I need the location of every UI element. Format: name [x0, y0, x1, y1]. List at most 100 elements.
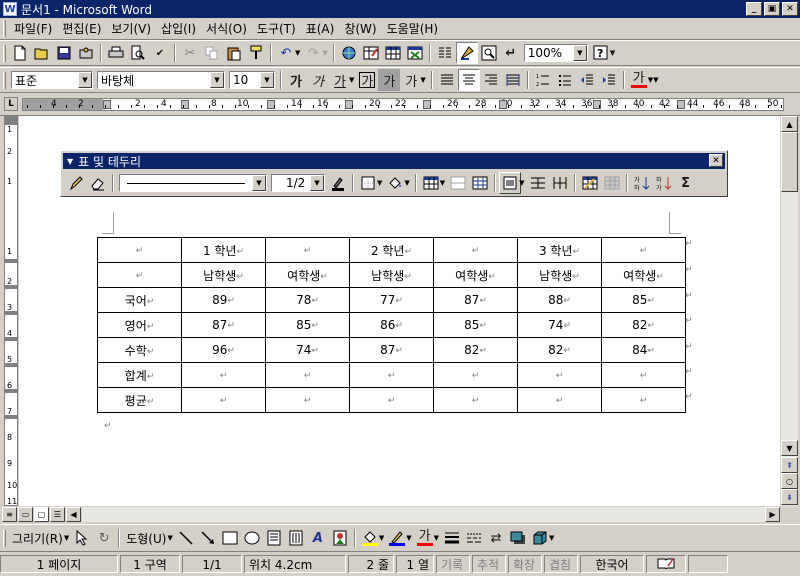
menu-table[interactable]: 표(A)	[301, 20, 340, 38]
tables-borders-titlebar[interactable]: ▼ 표 및 테두리 ✕	[63, 153, 725, 169]
document-map-icon[interactable]	[478, 42, 500, 64]
table-cell[interactable]: 85↵	[601, 287, 686, 313]
draw-table-pencil-icon[interactable]	[65, 172, 87, 194]
clipart-icon[interactable]	[329, 527, 351, 549]
table-cell[interactable]: 82↵	[433, 337, 518, 363]
table-cell[interactable]: ↵	[97, 262, 182, 288]
insert-excel-icon[interactable]	[404, 42, 426, 64]
toolbar-grip[interactable]	[3, 44, 6, 62]
chevron-down-icon[interactable]: ▼	[434, 534, 439, 542]
horizontal-scroll-track[interactable]	[82, 507, 765, 522]
columns-icon[interactable]	[434, 42, 456, 64]
table-cell[interactable]: 2 학년↵	[349, 237, 434, 263]
format-painter-icon[interactable]	[245, 42, 267, 64]
char-border-button[interactable]: 가	[356, 69, 378, 91]
table-cell[interactable]: ↵	[349, 387, 434, 413]
scroll-thumb[interactable]	[781, 132, 798, 192]
menu-format[interactable]: 서식(O)	[201, 20, 252, 38]
scroll-left-arrow-icon[interactable]: ◀	[66, 507, 81, 522]
distribute-icon[interactable]	[502, 69, 524, 91]
table-cell[interactable]: ↵	[97, 237, 182, 263]
next-page-icon[interactable]: ⇟	[781, 489, 798, 505]
table-cell[interactable]: 1 학년↵	[181, 237, 266, 263]
menu-edit[interactable]: 편집(E)	[57, 20, 106, 38]
tab-selector[interactable]: L	[4, 97, 18, 111]
bold-button[interactable]: 가	[285, 69, 307, 91]
menu-file[interactable]: 파일(F)	[9, 20, 57, 38]
align-right-icon[interactable]	[480, 69, 502, 91]
table-cell[interactable]: 85↵	[433, 312, 518, 338]
chevron-down-icon[interactable]: ▼	[78, 72, 92, 88]
decrease-indent-icon[interactable]	[576, 69, 598, 91]
new-document-icon[interactable]	[9, 42, 31, 64]
table-cell[interactable]: 77↵	[349, 287, 434, 313]
chevron-down-icon[interactable]: ▼	[252, 175, 266, 191]
save-icon[interactable]	[53, 42, 75, 64]
status-rec[interactable]: 기록	[436, 555, 470, 573]
increase-indent-icon[interactable]	[598, 69, 620, 91]
outside-border-icon[interactable]	[357, 172, 379, 194]
oval-tool-icon[interactable]	[241, 527, 263, 549]
close-icon[interactable]: ✕	[709, 154, 723, 167]
table-cell[interactable]: ↵	[601, 237, 686, 263]
vruler-row-marker[interactable]	[5, 311, 17, 315]
rectangle-tool-icon[interactable]	[219, 527, 241, 549]
word-app-icon[interactable]: W	[3, 2, 17, 16]
insert-table-icon[interactable]	[382, 42, 404, 64]
distribute-rows-icon[interactable]	[527, 172, 549, 194]
menu-grip[interactable]	[3, 20, 6, 37]
table-cell[interactable]: 여학생↵	[601, 262, 686, 288]
wordart-icon[interactable]: A	[307, 527, 329, 549]
table-cell[interactable]: ↵	[433, 362, 518, 388]
arrow-style-icon[interactable]: ⇄	[485, 527, 507, 549]
web-layout-view-icon[interactable]: ▭	[18, 507, 33, 522]
free-rotate-icon[interactable]: ↻	[93, 527, 115, 549]
line-tool-icon[interactable]	[175, 527, 197, 549]
sort-descending-icon[interactable]: 하가	[653, 172, 675, 194]
vruler-row-marker[interactable]	[5, 259, 17, 263]
merge-cells-icon[interactable]	[447, 172, 469, 194]
shading-color-icon[interactable]	[384, 172, 406, 194]
chevron-down-icon[interactable]: ▼	[167, 534, 172, 542]
toolbar-options-chevron-icon[interactable]: ▼	[653, 76, 658, 84]
chevron-down-icon[interactable]: ▼	[349, 76, 354, 84]
chevron-down-icon[interactable]: ▼	[322, 49, 327, 57]
chevron-down-icon[interactable]: ▼	[310, 175, 324, 191]
zoom-select[interactable]: 100% ▼	[523, 44, 588, 62]
close-button[interactable]: ✕	[782, 2, 798, 16]
toolbar-options-chevron-icon[interactable]: ▼	[549, 534, 554, 542]
toolbar-menu-chevron-icon[interactable]: ▼	[67, 157, 73, 166]
align-justify-icon[interactable]	[436, 69, 458, 91]
ruler-column-marker[interactable]	[499, 100, 507, 109]
table-cell[interactable]: 국어↵	[97, 287, 182, 313]
sort-ascending-icon[interactable]: 가하	[631, 172, 653, 194]
dash-style-icon[interactable]	[463, 527, 485, 549]
chevron-down-icon[interactable]: ▼	[519, 179, 524, 187]
chevron-down-icon[interactable]: ▼	[295, 49, 300, 57]
vertical-ruler[interactable]: 1 2 1 1 2 3 4 5 6 7 8 9 10 11	[4, 116, 18, 506]
outline-view-icon[interactable]: ☰	[50, 507, 65, 522]
toolbar-grip[interactable]	[3, 71, 6, 89]
tables-borders-icon[interactable]	[360, 42, 382, 64]
vruler-row-marker[interactable]	[5, 415, 17, 419]
table-cell[interactable]: 87↵	[349, 337, 434, 363]
select-objects-icon[interactable]	[71, 527, 93, 549]
print-icon[interactable]	[105, 42, 127, 64]
chevron-down-icon[interactable]: ▼	[440, 179, 445, 187]
table-cell[interactable]: ↵	[433, 237, 518, 263]
status-ovr[interactable]: 겹침	[544, 555, 578, 573]
spelling-icon[interactable]: ✔	[149, 42, 171, 64]
char-shading-button[interactable]: 가	[378, 69, 401, 91]
chevron-down-icon[interactable]: ▼	[404, 179, 409, 187]
table-cell[interactable]: 74↵	[517, 312, 602, 338]
table-cell[interactable]: 여학생↵	[265, 262, 350, 288]
minimize-button[interactable]: _	[746, 2, 762, 16]
table-cell[interactable]: 남학생↵	[181, 262, 266, 288]
open-folder-icon[interactable]	[31, 42, 53, 64]
horizontal-ruler[interactable]: L 42248101416202226283032343638404244464…	[0, 94, 800, 116]
table-cell[interactable]: ↵	[181, 387, 266, 413]
scroll-right-arrow-icon[interactable]: ▶	[765, 507, 780, 522]
table-cell[interactable]: ↵	[517, 362, 602, 388]
table-cell[interactable]: ↵	[433, 387, 518, 413]
hyperlink-icon[interactable]	[338, 42, 360, 64]
